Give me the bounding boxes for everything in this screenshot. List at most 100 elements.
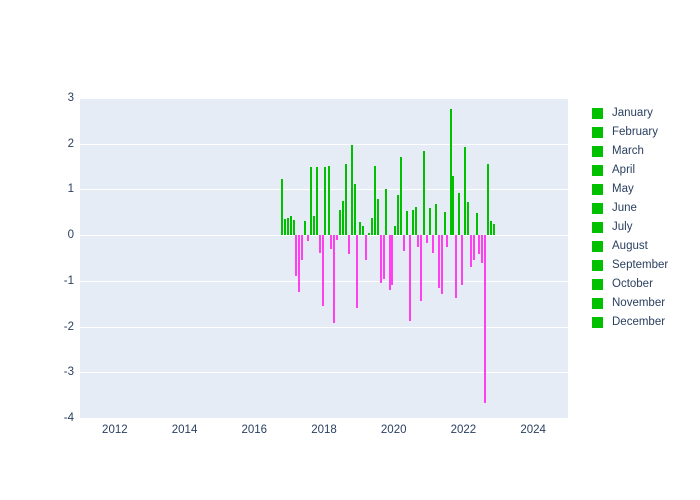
bar[interactable]: [487, 164, 490, 236]
legend-item[interactable]: December: [592, 313, 698, 332]
bar[interactable]: [312, 215, 315, 236]
bar[interactable]: [385, 189, 388, 236]
bar[interactable]: [301, 235, 304, 261]
bar[interactable]: [336, 235, 339, 240]
bar[interactable]: [402, 235, 405, 252]
bar[interactable]: [341, 200, 344, 236]
bar[interactable]: [458, 193, 461, 236]
legend-item[interactable]: January: [592, 104, 698, 123]
legend-item[interactable]: May: [592, 180, 698, 199]
bar[interactable]: [321, 235, 324, 306]
bar[interactable]: [428, 207, 431, 236]
bar[interactable]: [289, 215, 292, 236]
legend-item[interactable]: October: [592, 275, 698, 294]
legend-item-label: December: [612, 316, 666, 328]
bar[interactable]: [423, 150, 426, 236]
x-tick-label: 2014: [171, 424, 198, 436]
bar[interactable]: [298, 235, 301, 293]
bar[interactable]: [452, 175, 455, 236]
bar[interactable]: [484, 235, 487, 403]
bar[interactable]: [446, 235, 449, 247]
bar[interactable]: [382, 235, 385, 279]
bar[interactable]: [333, 235, 336, 323]
bar[interactable]: [434, 204, 437, 236]
gridline: [80, 98, 568, 99]
bar[interactable]: [417, 235, 420, 247]
bar[interactable]: [391, 235, 394, 286]
legend-item[interactable]: March: [592, 142, 698, 161]
legend-item-label: July: [612, 221, 633, 233]
bar[interactable]: [420, 235, 423, 302]
bar[interactable]: [426, 235, 429, 244]
bar[interactable]: [493, 223, 496, 236]
bar[interactable]: [388, 235, 391, 290]
bar[interactable]: [463, 146, 466, 236]
bar[interactable]: [371, 217, 374, 236]
bar[interactable]: [414, 206, 417, 236]
gridline: [80, 372, 568, 374]
bar[interactable]: [461, 235, 464, 285]
legend-swatch-icon: [592, 298, 603, 309]
bar[interactable]: [466, 202, 469, 236]
bar[interactable]: [408, 235, 411, 322]
legend-item[interactable]: September: [592, 256, 698, 275]
legend-item-label: August: [612, 240, 648, 252]
bar[interactable]: [362, 226, 365, 236]
bar[interactable]: [350, 145, 353, 236]
chart-figure: 3 2 1 0 -1 -2 -3 -4 2012 2014 2016 2018 2020 2022 202…: [0, 0, 700, 500]
zero-line: [80, 235, 568, 237]
bar[interactable]: [330, 235, 333, 249]
bar[interactable]: [353, 183, 356, 236]
bar[interactable]: [472, 235, 475, 261]
bar[interactable]: [347, 235, 350, 255]
gridline: [80, 280, 568, 282]
bar[interactable]: [411, 210, 414, 236]
legend-item[interactable]: August: [592, 237, 698, 256]
bar[interactable]: [449, 108, 452, 236]
bar[interactable]: [318, 235, 321, 254]
bar[interactable]: [437, 235, 440, 288]
bar[interactable]: [478, 235, 481, 255]
bar[interactable]: [280, 179, 283, 236]
bar[interactable]: [400, 157, 403, 236]
x-tick-label: 2020: [380, 424, 407, 436]
bar[interactable]: [367, 232, 370, 236]
bar[interactable]: [405, 211, 408, 236]
bar[interactable]: [344, 164, 347, 236]
legend-item[interactable]: November: [592, 294, 698, 313]
bar[interactable]: [394, 226, 397, 236]
bar[interactable]: [295, 235, 298, 277]
bar[interactable]: [327, 165, 330, 236]
bar[interactable]: [489, 221, 492, 236]
bar[interactable]: [432, 235, 435, 253]
y-tick-label: -3: [63, 366, 74, 379]
bar[interactable]: [397, 194, 400, 236]
legend-item[interactable]: April: [592, 161, 698, 180]
bar[interactable]: [379, 235, 382, 284]
bar[interactable]: [469, 235, 472, 268]
legend-swatch-icon: [592, 165, 603, 176]
bar[interactable]: [373, 165, 376, 236]
bar[interactable]: [481, 235, 484, 264]
bar[interactable]: [376, 198, 379, 236]
legend-item[interactable]: June: [592, 199, 698, 218]
bar[interactable]: [475, 213, 478, 236]
bar[interactable]: [359, 222, 362, 236]
bar[interactable]: [315, 166, 318, 236]
bar[interactable]: [440, 235, 443, 294]
bar[interactable]: [356, 235, 359, 309]
bar[interactable]: [443, 212, 446, 236]
bar[interactable]: [455, 235, 458, 299]
legend-item[interactable]: July: [592, 218, 698, 237]
x-tick-label: 2018: [311, 424, 337, 436]
bar[interactable]: [310, 167, 313, 236]
bar[interactable]: [292, 220, 295, 236]
bar[interactable]: [324, 167, 327, 236]
bar[interactable]: [339, 210, 342, 236]
bar[interactable]: [286, 217, 289, 236]
bar[interactable]: [306, 235, 309, 241]
legend-item[interactable]: February: [592, 123, 698, 142]
bar[interactable]: [304, 220, 307, 236]
bar[interactable]: [283, 219, 286, 236]
bar[interactable]: [365, 235, 368, 261]
